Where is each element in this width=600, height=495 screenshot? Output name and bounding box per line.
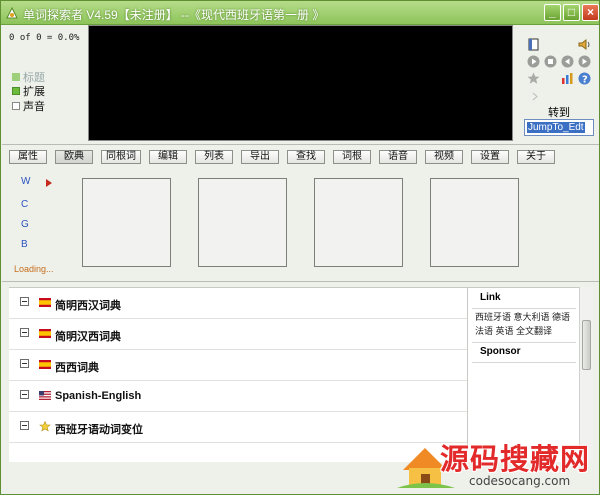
- tab-about[interactable]: 关于: [517, 150, 555, 164]
- image-slot-2[interactable]: [198, 178, 287, 267]
- spain-flag-icon: [39, 329, 51, 338]
- jump-to-input[interactable]: JumpTo_Edt: [524, 119, 594, 136]
- sponsor-title: Sponsor: [480, 346, 521, 357]
- arrow-icon: [532, 92, 538, 101]
- collapse-toggle-icon[interactable]: [20, 297, 29, 306]
- dictionary-row[interactable]: Spanish-English: [9, 381, 467, 412]
- dictionary-name: 西西词典: [55, 362, 99, 374]
- letter-c[interactable]: C: [21, 199, 28, 210]
- dictionary-row[interactable]: 简明汉西词典: [9, 319, 467, 350]
- link-list-line-2[interactable]: 法语 英语 全文翻译: [475, 324, 579, 338]
- link-separator: [472, 342, 576, 343]
- tab-list[interactable]: 列表: [195, 150, 233, 164]
- dictionary-name: 西班牙语动词变位: [55, 424, 143, 436]
- spain-flag-icon: [39, 298, 51, 307]
- tab-same-root[interactable]: 同根词: [101, 150, 141, 164]
- image-slot-1[interactable]: [82, 178, 171, 267]
- chart-icon[interactable]: [561, 72, 574, 85]
- letter-b[interactable]: B: [21, 239, 28, 250]
- title-checkbox[interactable]: [12, 73, 20, 81]
- speaker-icon[interactable]: [578, 38, 591, 51]
- collapse-toggle-icon[interactable]: [20, 359, 29, 368]
- book-icon[interactable]: [527, 38, 540, 51]
- letter-w[interactable]: W: [21, 176, 30, 187]
- next-icon[interactable]: [578, 55, 591, 68]
- app-logo-icon: [6, 6, 18, 19]
- tab-edit[interactable]: 编辑: [149, 150, 187, 164]
- watermark-text: 源码搜藏网: [440, 442, 591, 476]
- dictionary-name: 简明汉西词典: [55, 331, 121, 343]
- tab-properties[interactable]: 属性: [9, 150, 47, 164]
- window-title: 单词探索者 V4.59【未注册】 --《现代西班牙语第一册 》: [23, 8, 325, 22]
- tab-search[interactable]: 查找: [287, 150, 325, 164]
- collapse-toggle-icon[interactable]: [20, 390, 29, 399]
- tab-settings[interactable]: 设置: [471, 150, 509, 164]
- close-button[interactable]: ×: [582, 4, 599, 21]
- tab-video[interactable]: 视频: [425, 150, 463, 164]
- jump-to-value: JumpTo_Edt: [527, 122, 585, 133]
- star-icon[interactable]: [527, 72, 540, 85]
- dictionary-row[interactable]: 西西词典: [9, 350, 467, 381]
- progress-status: 0 of 0 = 0.0%: [9, 33, 80, 43]
- letter-g[interactable]: G: [21, 219, 29, 230]
- link-list-line-1[interactable]: 西班牙语 意大利语 德语: [475, 310, 579, 324]
- spain-flag-icon: [39, 360, 51, 369]
- extend-checkbox[interactable]: [12, 87, 20, 95]
- tab-eudic[interactable]: 欧典: [55, 150, 93, 164]
- star-icon: [39, 421, 51, 432]
- question-icon[interactable]: ?: [578, 72, 591, 85]
- option-extend[interactable]: 扩展: [12, 83, 45, 99]
- option-sound[interactable]: 声音: [12, 98, 45, 114]
- app-window: 单词探索者 V4.59【未注册】 --《现代西班牙语第一册 》 _ □ × 0 …: [0, 0, 600, 495]
- previous-icon[interactable]: [561, 55, 574, 68]
- middle-divider: [2, 281, 599, 282]
- svg-text:?: ?: [582, 75, 588, 86]
- us-flag-icon: [39, 391, 51, 400]
- option-sound-label: 声音: [23, 101, 45, 113]
- minimize-button[interactable]: _: [544, 4, 561, 21]
- watermark-url: codesocang.com: [469, 474, 571, 488]
- tab-export[interactable]: 导出: [241, 150, 279, 164]
- scrollbar-thumb[interactable]: [582, 320, 591, 370]
- title-bar[interactable]: 单词探索者 V4.59【未注册】 --《现代西班牙语第一册 》 _ □ ×: [1, 1, 599, 25]
- image-slot-3[interactable]: [314, 178, 403, 267]
- sound-checkbox[interactable]: [12, 102, 20, 110]
- dictionary-name: 简明西汉词典: [55, 300, 121, 312]
- sponsor-separator: [472, 362, 576, 363]
- current-marker-icon: [46, 179, 52, 187]
- video-display: [88, 25, 513, 141]
- top-divider: [2, 144, 599, 145]
- stop-icon[interactable]: [544, 55, 557, 68]
- collapse-toggle-icon[interactable]: [20, 328, 29, 337]
- link-title: Link: [480, 292, 501, 303]
- loading-text: Loading...: [14, 264, 54, 274]
- tab-voice[interactable]: 语音: [379, 150, 417, 164]
- maximize-button[interactable]: □: [563, 4, 580, 21]
- dictionary-row[interactable]: 简明西汉词典: [9, 288, 467, 319]
- dictionary-name: Spanish-English: [55, 390, 142, 402]
- play-icon[interactable]: [527, 55, 540, 68]
- image-slot-4[interactable]: [430, 178, 519, 267]
- option-extend-label: 扩展: [23, 86, 45, 98]
- link-separator: [472, 308, 576, 309]
- collapse-toggle-icon[interactable]: [20, 421, 29, 430]
- goto-label: 转到: [548, 107, 570, 119]
- tab-root[interactable]: 词根: [333, 150, 371, 164]
